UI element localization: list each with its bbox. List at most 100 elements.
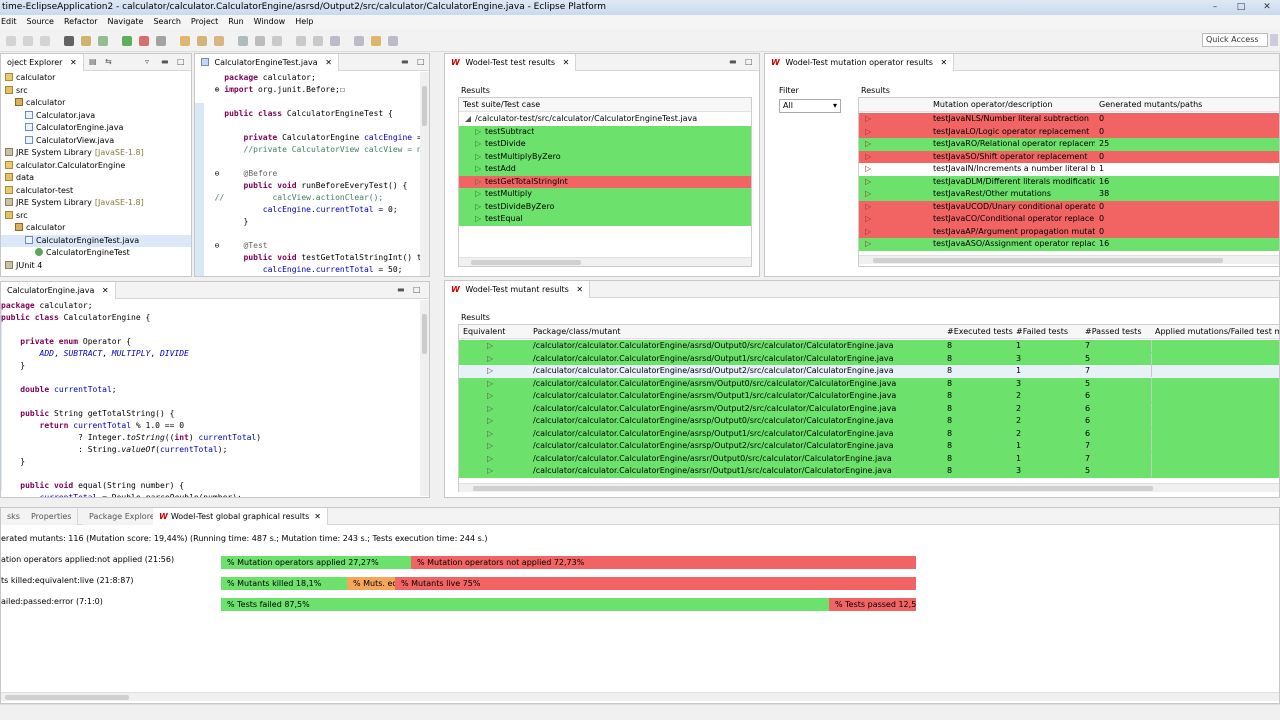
tab-mutation-operator-results[interactable]: W Wodel-Test mutation operator results ✕ [765, 54, 955, 71]
mutant-row[interactable]: ▷ /calculator/calculator.CalculatorEngine… [459, 352, 1279, 366]
minimize-icon[interactable]: ▬ [397, 285, 405, 294]
horizontal-scrollbar[interactable] [1, 692, 1279, 701]
mutant-row[interactable]: ▷ /calculator/calculator.CalculatorEngine… [459, 427, 1279, 441]
expand-icon[interactable]: ▷ [865, 163, 871, 176]
tab-mutant-results[interactable]: W Wodel-Test mutant results ✕ [445, 281, 591, 298]
tab-project-explorer[interactable]: oject Explorer ✕ [1, 54, 84, 71]
tree-item[interactable]: src [1, 210, 191, 223]
close-icon[interactable]: ✕ [940, 58, 947, 67]
test-case-row[interactable]: ▷ testGetTotalStringInt [459, 175, 751, 189]
mutant-row[interactable]: ▷ /calculator/calculator.CalculatorEngine… [459, 465, 1279, 478]
horizontal-scrollbar[interactable] [859, 255, 1279, 264]
back-icon[interactable] [371, 36, 381, 46]
outline-icon[interactable] [272, 36, 282, 46]
link-editor-icon[interactable]: ⇆ [105, 57, 112, 66]
mutant-row[interactable]: ▷ /calculator/calculator.CalculatorEngine… [459, 340, 1279, 353]
tree-item[interactable]: calculator-test [1, 185, 191, 198]
settings-icon[interactable] [81, 36, 91, 46]
maximize-icon[interactable]: □ [413, 285, 421, 294]
maximize-icon[interactable]: □ [745, 57, 753, 66]
filter-select[interactable]: All ▾ [779, 99, 841, 113]
mutation-operator-row[interactable]: ▷ testJavaUCOD/Unary conditional operator… [859, 200, 1279, 213]
test-code-area[interactable]: package calculator; ⊕ import org.junit.B… [205, 72, 422, 276]
test-case-row[interactable]: ▷ testEqual [459, 213, 751, 226]
tree-item[interactable]: JRE System Library [JavaSE-1.8] [1, 147, 191, 160]
mutation-operator-row[interactable]: ▷ testJavaRO/Relational operator replacem… [859, 138, 1279, 151]
expand-icon[interactable]: ◢ [465, 113, 471, 126]
test-case-row[interactable]: ▷ testDivideByZero [459, 200, 751, 214]
expand-icon[interactable]: ▷ [865, 151, 871, 164]
mutant-row[interactable]: ▷ /calculator/calculator.CalculatorEngine… [459, 365, 1279, 378]
quick-access-input[interactable]: Quick Access [1202, 33, 1268, 47]
tree-item[interactable]: calculator [1, 222, 191, 235]
perspective-icon[interactable] [1270, 34, 1278, 46]
bug-icon[interactable] [98, 36, 108, 46]
menu-item-help[interactable]: Help [295, 15, 313, 29]
pin-icon[interactable] [255, 36, 265, 46]
menu-item-refactor[interactable]: Refactor [64, 15, 98, 29]
expand-icon[interactable]: ▷ [475, 138, 481, 151]
expand-icon[interactable]: ▷ [475, 201, 481, 214]
tree-item[interactable]: Calculator.java [1, 110, 191, 123]
debug-icon[interactable] [64, 36, 74, 46]
close-icon[interactable]: ✕ [102, 286, 109, 295]
expand-icon[interactable]: ▷ [475, 163, 481, 176]
mutation-operator-row[interactable]: ▷ testJavaASO/Assignment operator replace… [859, 238, 1279, 251]
close-icon[interactable]: ✕ [563, 58, 570, 67]
expand-icon[interactable]: ▷ [475, 126, 481, 139]
expand-icon[interactable]: ▷ [487, 378, 493, 391]
run-icon[interactable] [122, 36, 132, 46]
expand-icon[interactable]: ▷ [865, 138, 871, 151]
tab-calculator-engine-test[interactable]: CalculatorEngineTest.java ✕ [195, 54, 339, 71]
next-icon[interactable] [388, 36, 398, 46]
column-header[interactable]: #Passed tests [1085, 325, 1141, 339]
column-header[interactable]: Applied mutations/Failed test mes [1155, 325, 1279, 339]
expand-icon[interactable]: ▷ [475, 176, 481, 189]
maximize-icon[interactable]: □ [177, 57, 185, 66]
tree-item[interactable]: CalculatorEngine.java [1, 122, 191, 135]
expand-icon[interactable]: ▷ [475, 188, 481, 201]
history-icon[interactable] [156, 36, 166, 46]
column-header[interactable]: Mutation operator/description [933, 98, 1052, 112]
expand-icon[interactable]: ▷ [475, 213, 481, 226]
horizontal-scrollbar[interactable] [459, 483, 1279, 492]
test-case-row[interactable]: ▷ testDivide [459, 138, 751, 151]
view-menu-icon[interactable]: ▿ [145, 57, 149, 66]
expand-icon[interactable]: ▷ [487, 465, 493, 478]
tree-item[interactable]: src [1, 85, 191, 98]
test-suite-row[interactable]: ◢ /calculator-test/src/calculator/Calcul… [459, 113, 751, 126]
tree-item[interactable]: calculator [1, 97, 191, 110]
expand-icon[interactable]: ▷ [487, 428, 493, 441]
column-header[interactable]: Generated mutants/paths [1099, 98, 1202, 112]
expand-icon[interactable]: ▷ [865, 238, 871, 251]
expand-icon[interactable]: ▷ [487, 453, 493, 466]
expand-icon[interactable]: ▷ [865, 126, 871, 139]
annotation-icon[interactable] [238, 36, 248, 46]
horizontal-scrollbar[interactable] [459, 257, 751, 266]
open-folder-icon[interactable] [180, 36, 190, 46]
print-icon[interactable] [40, 36, 50, 46]
tree-item[interactable]: CalculatorEngineTest [1, 247, 191, 260]
column-header[interactable]: Package/class/mutant [533, 325, 621, 339]
column-header[interactable]: Equivalent [463, 325, 505, 339]
close-icon[interactable]: ✕ [576, 285, 583, 294]
tree-item[interactable]: data [1, 172, 191, 185]
menu-item-search[interactable]: Search [153, 15, 180, 29]
mutation-operator-row[interactable]: ▷ testJavaNLS/Number literal subtraction 0 [859, 113, 1279, 126]
tab-calculator-engine[interactable]: CalculatorEngine.java ✕ [1, 282, 116, 299]
expand-icon[interactable]: ▷ [865, 113, 871, 126]
minimize-icon[interactable]: ▬ [729, 57, 737, 66]
expand-icon[interactable]: ▷ [487, 353, 493, 366]
mutant-row[interactable]: ▷ /calculator/calculator.CalculatorEngine… [459, 402, 1279, 415]
mutation-operator-row[interactable]: ▷ testJavaCO/Conditional operator replace… [859, 213, 1279, 226]
minimize-icon[interactable]: ▬ [161, 57, 169, 66]
tree-item[interactable]: JRE System Library [JavaSE-1.8] [1, 197, 191, 210]
mutant-row[interactable]: ▷ /calculator/calculator.CalculatorEngine… [459, 440, 1279, 453]
tree-item[interactable]: CalculatorEngineTest.java [1, 234, 191, 247]
expand-icon[interactable]: ▷ [865, 226, 871, 239]
mutation-operator-row[interactable]: ▷ testJavaAP/Argument propagation mutati.… [859, 225, 1279, 239]
menu-item-source[interactable]: Source [27, 15, 54, 29]
menu-item-project[interactable]: Project [191, 15, 218, 29]
external-tools-icon[interactable] [139, 36, 149, 46]
menu-item-window[interactable]: Window [254, 15, 286, 29]
